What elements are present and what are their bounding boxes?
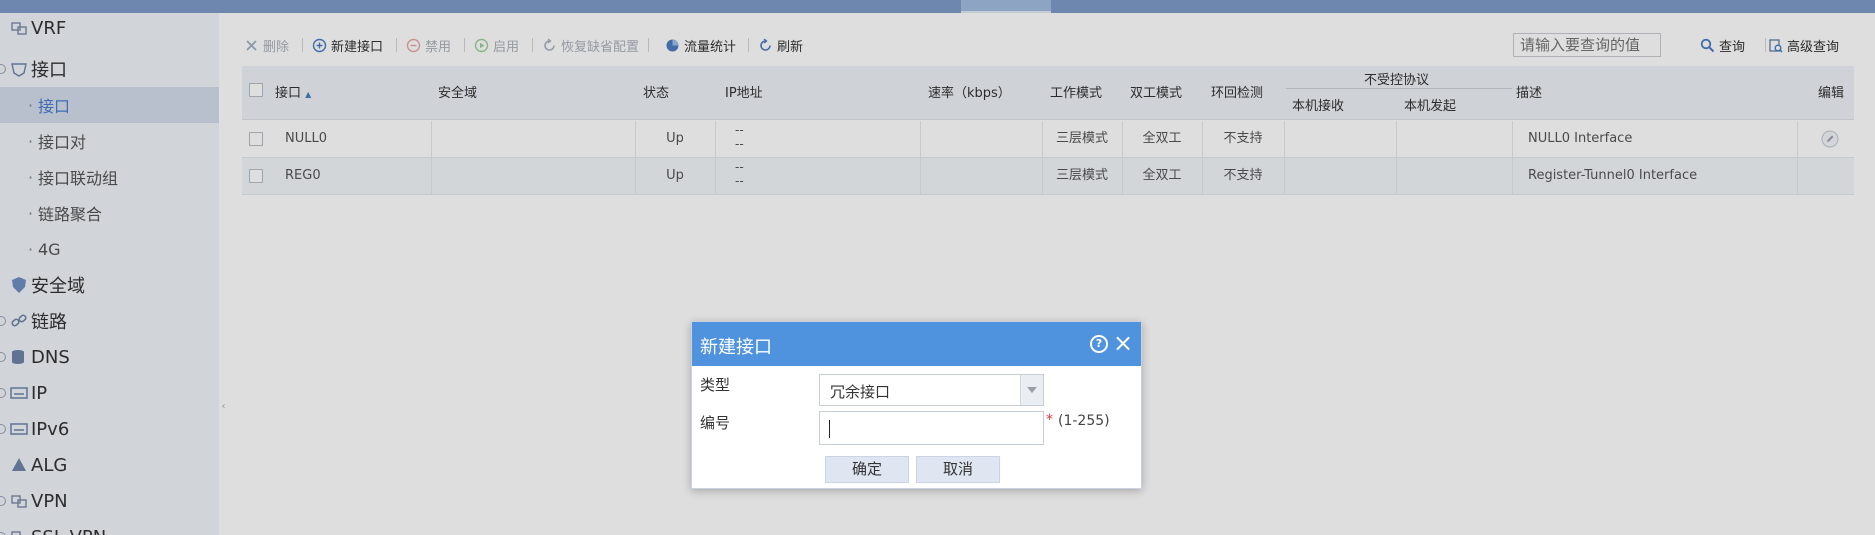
text-caret [829, 420, 830, 438]
new-interface-dialog: 新建接口 ? × 类型 冗余接口 编号 * (1-255) 确定 取消 [691, 321, 1142, 489]
ok-button[interactable]: 确定 [825, 456, 909, 483]
number-label: 编号 [700, 414, 731, 432]
close-icon[interactable]: × [1112, 330, 1134, 356]
type-select-value: 冗余接口 [830, 383, 891, 401]
cancel-button[interactable]: 取消 [916, 456, 1000, 483]
type-label: 类型 [700, 376, 731, 394]
type-select[interactable]: 冗余接口 [819, 374, 1044, 406]
range-hint: (1-255) [1058, 413, 1110, 429]
chevron-down-icon[interactable] [1020, 375, 1043, 405]
dialog-title: 新建接口 [700, 337, 772, 358]
required-mark: * [1046, 412, 1053, 428]
help-icon[interactable]: ? [1090, 335, 1108, 353]
number-input[interactable] [819, 411, 1044, 445]
dialog-header: 新建接口 ? × [692, 322, 1141, 366]
